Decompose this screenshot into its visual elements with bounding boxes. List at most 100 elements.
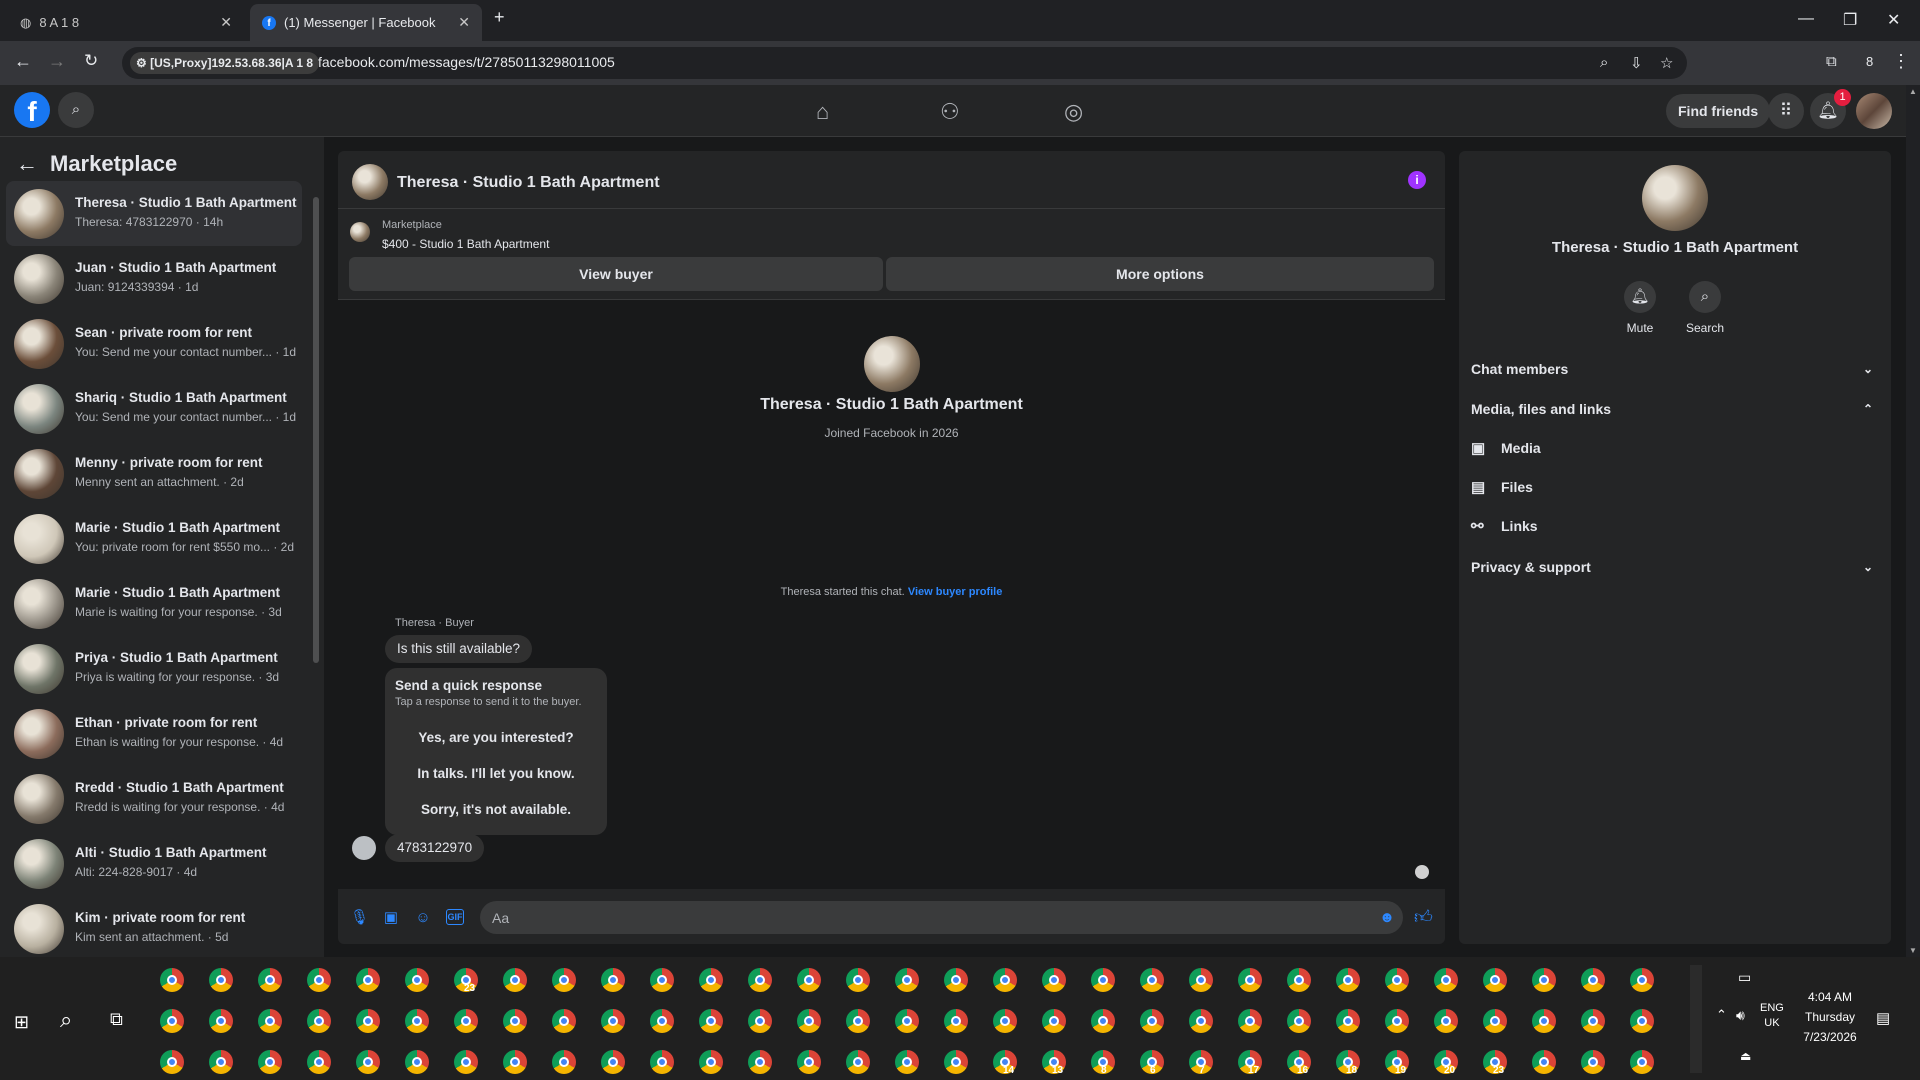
taskbar-app-icon[interactable] xyxy=(846,1050,870,1074)
taskbar-app-icon[interactable] xyxy=(993,1009,1017,1033)
proxy-badge[interactable]: ⚙ [US,Proxy]192.53.68.36|A 1 8 xyxy=(130,52,320,74)
taskbar-app-icon[interactable] xyxy=(1581,1050,1605,1074)
taskbar-app-icon[interactable] xyxy=(748,1009,772,1033)
message-bubble[interactable]: Is this still available? xyxy=(385,635,533,663)
back-arrow-icon[interactable]: ← xyxy=(16,151,38,177)
taskbar-app-icon[interactable] xyxy=(209,1009,233,1033)
listing-title[interactable]: $400 - Studio 1 Bath Apartment xyxy=(382,237,549,251)
taskbar-app-icon[interactable] xyxy=(307,1009,331,1033)
taskbar-app-icon[interactable] xyxy=(258,1009,282,1033)
conversation-item[interactable]: Rredd · Studio 1 Bath Apartment Rredd is … xyxy=(6,766,302,831)
taskbar-app-icon[interactable] xyxy=(895,1009,919,1033)
mute-button[interactable]: 🔔︎ Mute xyxy=(1610,281,1670,335)
info-icon[interactable]: i xyxy=(1408,171,1426,189)
taskbar-app-icon[interactable] xyxy=(1042,968,1066,992)
view-buyer-profile-link[interactable]: View buyer profile xyxy=(908,586,1003,598)
scroll-up-icon[interactable]: ▲ xyxy=(1909,87,1917,96)
info-avatar[interactable] xyxy=(1642,165,1708,231)
url-text[interactable]: facebook.com/messages/t/2785011329801100… xyxy=(318,54,615,70)
taskbar-app-icon[interactable] xyxy=(1287,1009,1311,1033)
taskbar-app-icon[interactable] xyxy=(846,968,870,992)
taskbar-app-icon[interactable] xyxy=(1434,1009,1458,1033)
taskbar-app-icon[interactable] xyxy=(748,968,772,992)
conversation-item[interactable]: Sean · private room for rent You: Send me… xyxy=(6,311,302,376)
taskbar-app-icon[interactable] xyxy=(748,1050,772,1074)
taskbar-app-icon[interactable] xyxy=(797,1050,821,1074)
taskbar-scrollbar[interactable] xyxy=(1690,965,1702,1073)
taskbar-app-icon[interactable] xyxy=(1091,1009,1115,1033)
conversation-item[interactable]: Juan · Studio 1 Bath Apartment Juan: 9124… xyxy=(6,246,302,311)
taskbar-search-icon[interactable]: ⌕ xyxy=(60,1007,72,1033)
taskbar-app-icon[interactable] xyxy=(258,968,282,992)
taskbar-app-icon[interactable] xyxy=(307,968,331,992)
taskbar-app-icon[interactable] xyxy=(650,1009,674,1033)
chat-title[interactable]: Theresa · Studio 1 Bath Apartment xyxy=(397,174,660,192)
taskbar-app-icon[interactable] xyxy=(1189,968,1213,992)
taskbar-app-icon[interactable] xyxy=(1091,968,1115,992)
tray-expand-icon[interactable]: ⌃ xyxy=(1716,1007,1727,1023)
browser-tab-active[interactable]: f (1) Messenger | Facebook ✕ xyxy=(250,4,482,41)
taskbar-app-icon[interactable] xyxy=(601,968,625,992)
taskbar-app-icon[interactable] xyxy=(650,1050,674,1074)
emoji-icon[interactable]: ☻ xyxy=(1378,909,1396,927)
close-tab-icon[interactable]: ✕ xyxy=(458,14,470,31)
taskbar-app-icon[interactable] xyxy=(944,1050,968,1074)
address-bar[interactable]: ⚙ [US,Proxy]192.53.68.36|A 1 8 facebook.… xyxy=(122,47,1687,79)
taskbar-app-icon[interactable] xyxy=(209,1050,233,1074)
taskbar-app-icon[interactable] xyxy=(552,1009,576,1033)
taskbar-app-icon[interactable] xyxy=(454,1050,478,1074)
page-scrollbar[interactable]: ▲ ▼ xyxy=(1906,85,1920,957)
taskbar-app-icon[interactable] xyxy=(895,1050,919,1074)
restore-icon[interactable]: ❐ xyxy=(1843,10,1857,30)
taskbar-app-icon[interactable] xyxy=(160,1050,184,1074)
message-input[interactable] xyxy=(480,901,1403,934)
files-item[interactable]: ▤ Files xyxy=(1471,469,1879,505)
back-icon[interactable]: ← xyxy=(14,51,32,72)
taskbar-app-icon[interactable] xyxy=(797,1009,821,1033)
taskbar-app-icon[interactable] xyxy=(1385,968,1409,992)
microphone-icon[interactable]: 🎙︎ xyxy=(350,909,369,927)
taskbar-app-icon[interactable] xyxy=(944,1009,968,1033)
taskbar-app-icon[interactable] xyxy=(601,1009,625,1033)
taskbar-app-icon[interactable] xyxy=(1483,968,1507,992)
conversation-item[interactable]: Menny · private room for rent Menny sent … xyxy=(6,441,302,506)
taskbar-app-icon[interactable] xyxy=(503,1050,527,1074)
taskbar-app-icon[interactable] xyxy=(1042,1009,1066,1033)
browser-tab[interactable]: ◍ 8 A 1 8 ✕ xyxy=(8,4,244,41)
taskbar-app-icon[interactable] xyxy=(1140,1009,1164,1033)
quick-response-option[interactable]: Sorry, it's not available. xyxy=(385,802,607,817)
conversation-item[interactable]: Marie · Studio 1 Bath Apartment Marie is … xyxy=(6,571,302,636)
close-tab-icon[interactable]: ✕ xyxy=(220,14,232,31)
taskbar-app-icon[interactable] xyxy=(160,968,184,992)
search-icon[interactable]: ⌕ xyxy=(58,92,94,128)
taskbar-app-icon[interactable] xyxy=(454,1009,478,1033)
taskbar-app-icon[interactable] xyxy=(1630,968,1654,992)
volume-icon[interactable]: 🔊︎ xyxy=(1736,1007,1745,1024)
taskbar-app-icon[interactable] xyxy=(846,1009,870,1033)
language-indicator[interactable]: ENG UK xyxy=(1760,1001,1784,1031)
taskbar-app-icon[interactable] xyxy=(209,968,233,992)
new-tab-icon[interactable]: + xyxy=(494,7,505,28)
media-files-links-section[interactable]: Media, files and links ⌃ xyxy=(1471,391,1879,427)
taskbar-app-icon[interactable] xyxy=(650,968,674,992)
taskbar-app-icon[interactable] xyxy=(405,1050,429,1074)
taskbar-app-icon[interactable] xyxy=(1238,968,1262,992)
taskbar-app-icon[interactable] xyxy=(1532,1050,1556,1074)
taskbar-app-icon[interactable] xyxy=(1238,1009,1262,1033)
taskbar-app-icon[interactable] xyxy=(895,968,919,992)
taskbar-app-icon[interactable] xyxy=(1287,968,1311,992)
taskbar-app-icon[interactable] xyxy=(699,1050,723,1074)
menu-grid-icon[interactable]: ⠿ xyxy=(1768,93,1804,129)
conversation-item[interactable]: Theresa · Studio 1 Bath Apartment Theresa… xyxy=(6,181,302,246)
groups-icon[interactable]: ◎ xyxy=(1064,99,1083,125)
bookmark-star-icon[interactable]: ☆ xyxy=(1660,54,1673,72)
taskbar-app-icon[interactable] xyxy=(160,1009,184,1033)
message-bubble[interactable]: 4783122970 xyxy=(385,834,485,862)
taskbar-app-icon[interactable] xyxy=(1630,1009,1654,1033)
sticker-icon[interactable]: ☺ xyxy=(414,909,432,927)
conversation-item[interactable]: Kim · private room for rent Kim sent an a… xyxy=(6,896,302,961)
contact-avatar[interactable] xyxy=(864,336,920,392)
taskbar-app-icon[interactable] xyxy=(258,1050,282,1074)
account-avatar[interactable] xyxy=(1856,93,1892,129)
taskbar-app-icon[interactable] xyxy=(405,1009,429,1033)
